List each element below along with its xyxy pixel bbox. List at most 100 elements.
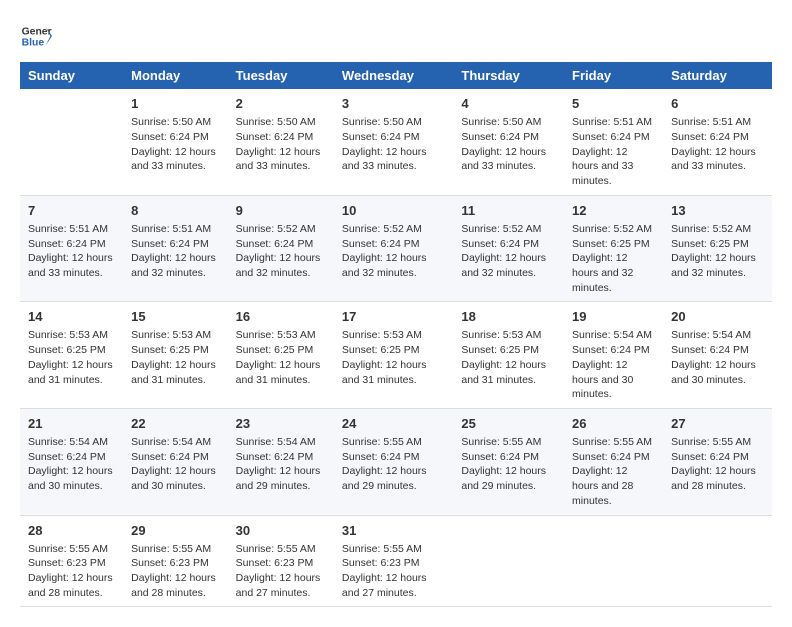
sunset-text: Sunset: 6:25 PM bbox=[236, 343, 326, 358]
week-row-3: 14 Sunrise: 5:53 AM Sunset: 6:25 PM Dayl… bbox=[20, 302, 772, 409]
day-number: 17 bbox=[342, 308, 445, 326]
calendar-cell: 7 Sunrise: 5:51 AM Sunset: 6:24 PM Dayli… bbox=[20, 195, 123, 302]
calendar-cell: 23 Sunrise: 5:54 AM Sunset: 6:24 PM Dayl… bbox=[228, 408, 334, 515]
sunrise-text: Sunrise: 5:55 AM bbox=[572, 435, 655, 450]
day-header-wednesday: Wednesday bbox=[334, 62, 453, 89]
daylight-text: Daylight: 12 hours and 33 minutes. bbox=[572, 145, 655, 189]
calendar-cell: 8 Sunrise: 5:51 AM Sunset: 6:24 PM Dayli… bbox=[123, 195, 228, 302]
day-number: 14 bbox=[28, 308, 115, 326]
day-number: 21 bbox=[28, 415, 115, 433]
daylight-text: Daylight: 12 hours and 29 minutes. bbox=[461, 464, 556, 493]
daylight-text: Daylight: 12 hours and 31 minutes. bbox=[461, 358, 556, 387]
header-row: SundayMondayTuesdayWednesdayThursdayFrid… bbox=[20, 62, 772, 89]
sunrise-text: Sunrise: 5:50 AM bbox=[342, 115, 445, 130]
day-number: 15 bbox=[131, 308, 220, 326]
day-number: 1 bbox=[131, 95, 220, 113]
calendar-cell: 30 Sunrise: 5:55 AM Sunset: 6:23 PM Dayl… bbox=[228, 515, 334, 607]
sunrise-text: Sunrise: 5:53 AM bbox=[342, 328, 445, 343]
sunrise-text: Sunrise: 5:55 AM bbox=[342, 435, 445, 450]
sunset-text: Sunset: 6:24 PM bbox=[236, 130, 326, 145]
sunset-text: Sunset: 6:25 PM bbox=[342, 343, 445, 358]
day-header-sunday: Sunday bbox=[20, 62, 123, 89]
day-number: 28 bbox=[28, 522, 115, 540]
calendar-cell: 27 Sunrise: 5:55 AM Sunset: 6:24 PM Dayl… bbox=[663, 408, 772, 515]
day-number: 27 bbox=[671, 415, 764, 433]
sunrise-text: Sunrise: 5:52 AM bbox=[572, 222, 655, 237]
sunrise-text: Sunrise: 5:51 AM bbox=[671, 115, 764, 130]
sunset-text: Sunset: 6:24 PM bbox=[461, 130, 556, 145]
calendar-cell: 29 Sunrise: 5:55 AM Sunset: 6:23 PM Dayl… bbox=[123, 515, 228, 607]
sunrise-text: Sunrise: 5:52 AM bbox=[461, 222, 556, 237]
calendar-cell: 11 Sunrise: 5:52 AM Sunset: 6:24 PM Dayl… bbox=[453, 195, 564, 302]
calendar-cell: 18 Sunrise: 5:53 AM Sunset: 6:25 PM Dayl… bbox=[453, 302, 564, 409]
sunset-text: Sunset: 6:24 PM bbox=[131, 450, 220, 465]
sunrise-text: Sunrise: 5:50 AM bbox=[236, 115, 326, 130]
calendar-cell: 17 Sunrise: 5:53 AM Sunset: 6:25 PM Dayl… bbox=[334, 302, 453, 409]
sunrise-text: Sunrise: 5:55 AM bbox=[671, 435, 764, 450]
daylight-text: Daylight: 12 hours and 32 minutes. bbox=[131, 251, 220, 280]
daylight-text: Daylight: 12 hours and 31 minutes. bbox=[131, 358, 220, 387]
day-number: 29 bbox=[131, 522, 220, 540]
calendar-cell: 22 Sunrise: 5:54 AM Sunset: 6:24 PM Dayl… bbox=[123, 408, 228, 515]
calendar-cell: 4 Sunrise: 5:50 AM Sunset: 6:24 PM Dayli… bbox=[453, 89, 564, 195]
sunset-text: Sunset: 6:24 PM bbox=[572, 343, 655, 358]
daylight-text: Daylight: 12 hours and 32 minutes. bbox=[342, 251, 445, 280]
logo: General Blue bbox=[20, 20, 56, 52]
sunrise-text: Sunrise: 5:53 AM bbox=[28, 328, 115, 343]
sunset-text: Sunset: 6:25 PM bbox=[131, 343, 220, 358]
day-number: 8 bbox=[131, 202, 220, 220]
daylight-text: Daylight: 12 hours and 33 minutes. bbox=[671, 145, 764, 174]
day-number: 9 bbox=[236, 202, 326, 220]
daylight-text: Daylight: 12 hours and 29 minutes. bbox=[236, 464, 326, 493]
sunset-text: Sunset: 6:23 PM bbox=[131, 556, 220, 571]
sunrise-text: Sunrise: 5:54 AM bbox=[131, 435, 220, 450]
day-header-tuesday: Tuesday bbox=[228, 62, 334, 89]
daylight-text: Daylight: 12 hours and 33 minutes. bbox=[236, 145, 326, 174]
sunrise-text: Sunrise: 5:51 AM bbox=[28, 222, 115, 237]
sunset-text: Sunset: 6:24 PM bbox=[461, 237, 556, 252]
calendar-cell: 10 Sunrise: 5:52 AM Sunset: 6:24 PM Dayl… bbox=[334, 195, 453, 302]
calendar-cell: 1 Sunrise: 5:50 AM Sunset: 6:24 PM Dayli… bbox=[123, 89, 228, 195]
sunrise-text: Sunrise: 5:50 AM bbox=[461, 115, 556, 130]
calendar-cell: 12 Sunrise: 5:52 AM Sunset: 6:25 PM Dayl… bbox=[564, 195, 663, 302]
sunrise-text: Sunrise: 5:55 AM bbox=[461, 435, 556, 450]
sunrise-text: Sunrise: 5:54 AM bbox=[572, 328, 655, 343]
calendar-cell: 21 Sunrise: 5:54 AM Sunset: 6:24 PM Dayl… bbox=[20, 408, 123, 515]
calendar-cell: 28 Sunrise: 5:55 AM Sunset: 6:23 PM Dayl… bbox=[20, 515, 123, 607]
sunset-text: Sunset: 6:24 PM bbox=[342, 130, 445, 145]
svg-text:General: General bbox=[22, 26, 52, 37]
sunrise-text: Sunrise: 5:54 AM bbox=[671, 328, 764, 343]
calendar-cell: 3 Sunrise: 5:50 AM Sunset: 6:24 PM Dayli… bbox=[334, 89, 453, 195]
sunset-text: Sunset: 6:25 PM bbox=[461, 343, 556, 358]
sunset-text: Sunset: 6:24 PM bbox=[671, 450, 764, 465]
daylight-text: Daylight: 12 hours and 27 minutes. bbox=[236, 571, 326, 600]
daylight-text: Daylight: 12 hours and 32 minutes. bbox=[671, 251, 764, 280]
sunset-text: Sunset: 6:25 PM bbox=[572, 237, 655, 252]
calendar-cell: 13 Sunrise: 5:52 AM Sunset: 6:25 PM Dayl… bbox=[663, 195, 772, 302]
day-number: 18 bbox=[461, 308, 556, 326]
calendar-cell: 26 Sunrise: 5:55 AM Sunset: 6:24 PM Dayl… bbox=[564, 408, 663, 515]
sunset-text: Sunset: 6:24 PM bbox=[342, 450, 445, 465]
calendar-cell: 19 Sunrise: 5:54 AM Sunset: 6:24 PM Dayl… bbox=[564, 302, 663, 409]
daylight-text: Daylight: 12 hours and 32 minutes. bbox=[572, 251, 655, 295]
day-number: 7 bbox=[28, 202, 115, 220]
calendar-cell bbox=[453, 515, 564, 607]
day-number: 16 bbox=[236, 308, 326, 326]
daylight-text: Daylight: 12 hours and 30 minutes. bbox=[131, 464, 220, 493]
daylight-text: Daylight: 12 hours and 33 minutes. bbox=[461, 145, 556, 174]
daylight-text: Daylight: 12 hours and 33 minutes. bbox=[131, 145, 220, 174]
sunset-text: Sunset: 6:24 PM bbox=[28, 237, 115, 252]
day-number: 20 bbox=[671, 308, 764, 326]
day-header-friday: Friday bbox=[564, 62, 663, 89]
daylight-text: Daylight: 12 hours and 29 minutes. bbox=[342, 464, 445, 493]
sunrise-text: Sunrise: 5:52 AM bbox=[236, 222, 326, 237]
day-number: 12 bbox=[572, 202, 655, 220]
sunrise-text: Sunrise: 5:52 AM bbox=[342, 222, 445, 237]
week-row-1: 1 Sunrise: 5:50 AM Sunset: 6:24 PM Dayli… bbox=[20, 89, 772, 195]
sunrise-text: Sunrise: 5:55 AM bbox=[236, 542, 326, 557]
daylight-text: Daylight: 12 hours and 33 minutes. bbox=[342, 145, 445, 174]
day-number: 23 bbox=[236, 415, 326, 433]
sunrise-text: Sunrise: 5:50 AM bbox=[131, 115, 220, 130]
day-number: 31 bbox=[342, 522, 445, 540]
calendar-cell: 14 Sunrise: 5:53 AM Sunset: 6:25 PM Dayl… bbox=[20, 302, 123, 409]
